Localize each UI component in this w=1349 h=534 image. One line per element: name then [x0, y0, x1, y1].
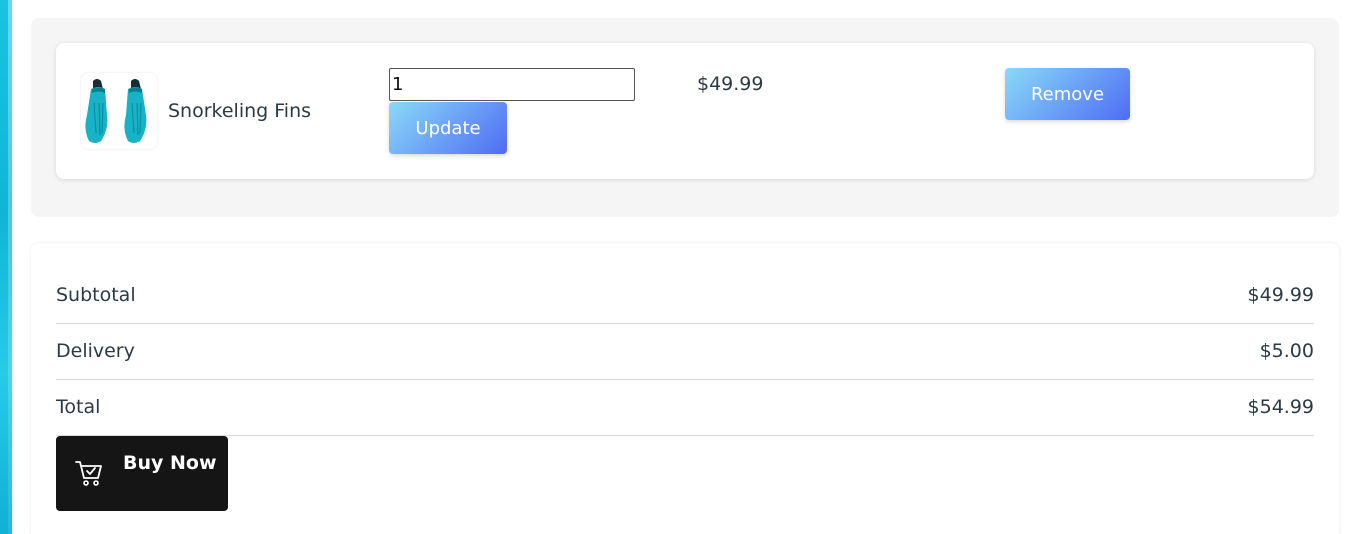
product-name: Snorkeling Fins [168, 100, 312, 122]
remove-button[interactable]: Remove [1005, 68, 1130, 120]
cart-check-icon [74, 458, 104, 492]
total-label: Total [56, 396, 101, 418]
delivery-row: Delivery $5.00 [56, 324, 1314, 380]
delivery-label: Delivery [56, 340, 135, 362]
buy-now-label: Buy Now [123, 452, 217, 474]
update-button[interactable]: Update [389, 102, 507, 154]
product-image [81, 73, 157, 149]
cart-items-panel: Snorkeling Fins Update $49.99 Remove [31, 18, 1339, 217]
background-water-edge [0, 0, 12, 534]
subtotal-row: Subtotal $49.99 [56, 268, 1314, 324]
subtotal-value: $49.99 [1247, 284, 1314, 306]
item-price: $49.99 [697, 73, 764, 95]
cart-page: Snorkeling Fins Update $49.99 Remove Sub… [12, 0, 1349, 534]
cart-item: Snorkeling Fins Update $49.99 Remove [56, 43, 1314, 179]
subtotal-label: Subtotal [56, 284, 136, 306]
delivery-value: $5.00 [1259, 340, 1314, 362]
total-row: Total $54.99 [56, 380, 1314, 436]
snorkeling-fins-icon [85, 79, 147, 143]
buy-now-button[interactable]: Buy Now [56, 436, 228, 511]
total-value: $54.99 [1247, 396, 1314, 418]
quantity-input[interactable] [389, 68, 635, 101]
order-summary: Subtotal $49.99 Delivery $5.00 Total $54… [31, 243, 1339, 534]
